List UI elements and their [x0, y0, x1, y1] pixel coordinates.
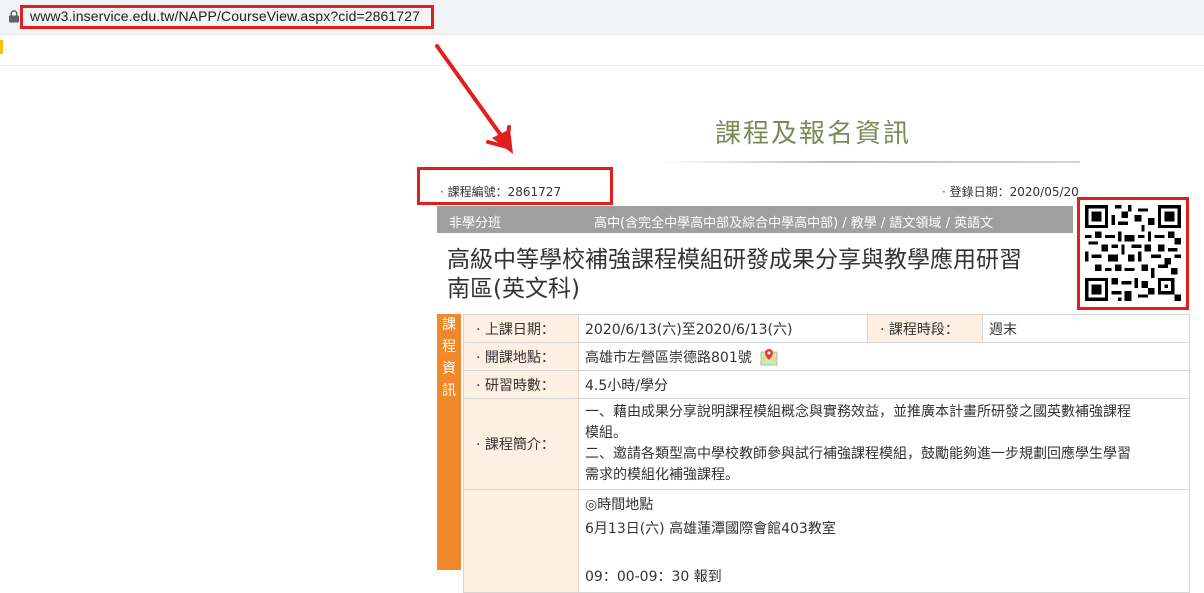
intro-label: · 課程簡介： — [463, 398, 579, 490]
toolbar-divider — [0, 65, 1204, 66]
course-title-line-1: 高級中等學校補強課程模組研發成果分享與教學應用研習 — [447, 247, 1022, 273]
registration-date: · 登錄日期：2020/05/20 — [942, 185, 1079, 199]
schedule-value: ◎時間地點 6月13日(六) 高雄蓮潭國際會館403教室 09：00-09：30… — [578, 489, 1190, 593]
intro-line: 二、邀請各類型高中學校教師參與試行補強課程模組，鼓勵能夠進一步規劃回應學生學習 — [585, 446, 1131, 462]
side-tab-label: 課 程 資 訊 — [441, 314, 457, 402]
table-row: ◎時間地點 6月13日(六) 高雄蓮潭國際會館403教室 09：00-09：30… — [463, 489, 1190, 593]
side-tab-char: 程 — [442, 339, 456, 355]
table-row: · 課程簡介： 一、藉由成果分享說明課程模組概念與實務效益，並推廣本計畫所研發之… — [463, 398, 1190, 490]
qr-code-icon — [1085, 205, 1181, 301]
intro-line: 一、藉由成果分享說明課程模組概念與實務效益，並推廣本計畫所研發之國英數補強課程 — [585, 404, 1131, 420]
side-tab-char: 課 — [442, 317, 456, 333]
location-value: 高雄市左營區崇德路801號 — [585, 349, 752, 366]
url-text[interactable]: www3.inservice.edu.tw/NAPP/CourseView.as… — [30, 8, 420, 24]
course-info-table: · 上課日期： 2020/6/13(六)至2020/6/13(六) · 課程時段… — [463, 314, 1190, 593]
page-title: 課程及報名資訊 — [715, 119, 912, 149]
schedule-line: ◎時間地點 — [585, 497, 654, 513]
schedule-line: 09：00-09：30 報到 — [585, 569, 722, 585]
table-row: · 上課日期： 2020/6/13(六)至2020/6/13(六) · 課程時段… — [463, 314, 1190, 343]
date-value: 2020/6/13(六)至2020/6/13(六) — [578, 314, 868, 343]
table-row: · 開課地點： 高雄市左營區崇德路801號 — [463, 342, 1190, 371]
map-pin-icon[interactable] — [760, 348, 778, 366]
course-type: 非學分班 — [449, 216, 502, 231]
period-value: 週末 — [982, 314, 1190, 343]
side-tab-char: 訊 — [442, 383, 456, 399]
hours-value: 4.5小時/學分 — [578, 370, 1190, 399]
hours-label: · 研習時數： — [463, 370, 579, 399]
lock-icon — [9, 10, 19, 23]
period-label: · 課程時段： — [867, 314, 983, 343]
table-row: · 研習時數： 4.5小時/學分 — [463, 370, 1190, 399]
location-label: · 開課地點： — [463, 342, 579, 371]
title-divider — [660, 161, 1080, 163]
intro-line: 需求的模組化補強課程。 — [585, 467, 739, 483]
course-title-line-2: 南區(英文科) — [447, 276, 580, 302]
intro-line: 模組。 — [585, 425, 627, 441]
schedule-label — [463, 489, 579, 593]
schedule-line: 6月13日(六) 高雄蓮潭國際會館403教室 — [585, 521, 836, 537]
side-tab-char: 資 — [442, 361, 456, 377]
course-title: 高級中等學校補強課程模組研發成果分享與教學應用研習 南區(英文科) — [447, 246, 1077, 304]
bookmark-marker — [0, 40, 3, 54]
schedule-line — [585, 541, 1183, 565]
location-cell: 高雄市左營區崇德路801號 — [578, 342, 1190, 371]
intro-value: 一、藉由成果分享說明課程模組概念與實務效益，並推廣本計畫所研發之國英數補強課程 … — [578, 398, 1190, 490]
date-label: · 上課日期： — [463, 314, 579, 343]
course-id: · 課程編號：2861727 — [440, 185, 562, 199]
qr-code-highlight-box — [1077, 197, 1189, 310]
course-category: 高中(含完全中學高中部及綜合中學高中部) / 教學 / 語文領域 / 英語文 — [594, 216, 994, 231]
